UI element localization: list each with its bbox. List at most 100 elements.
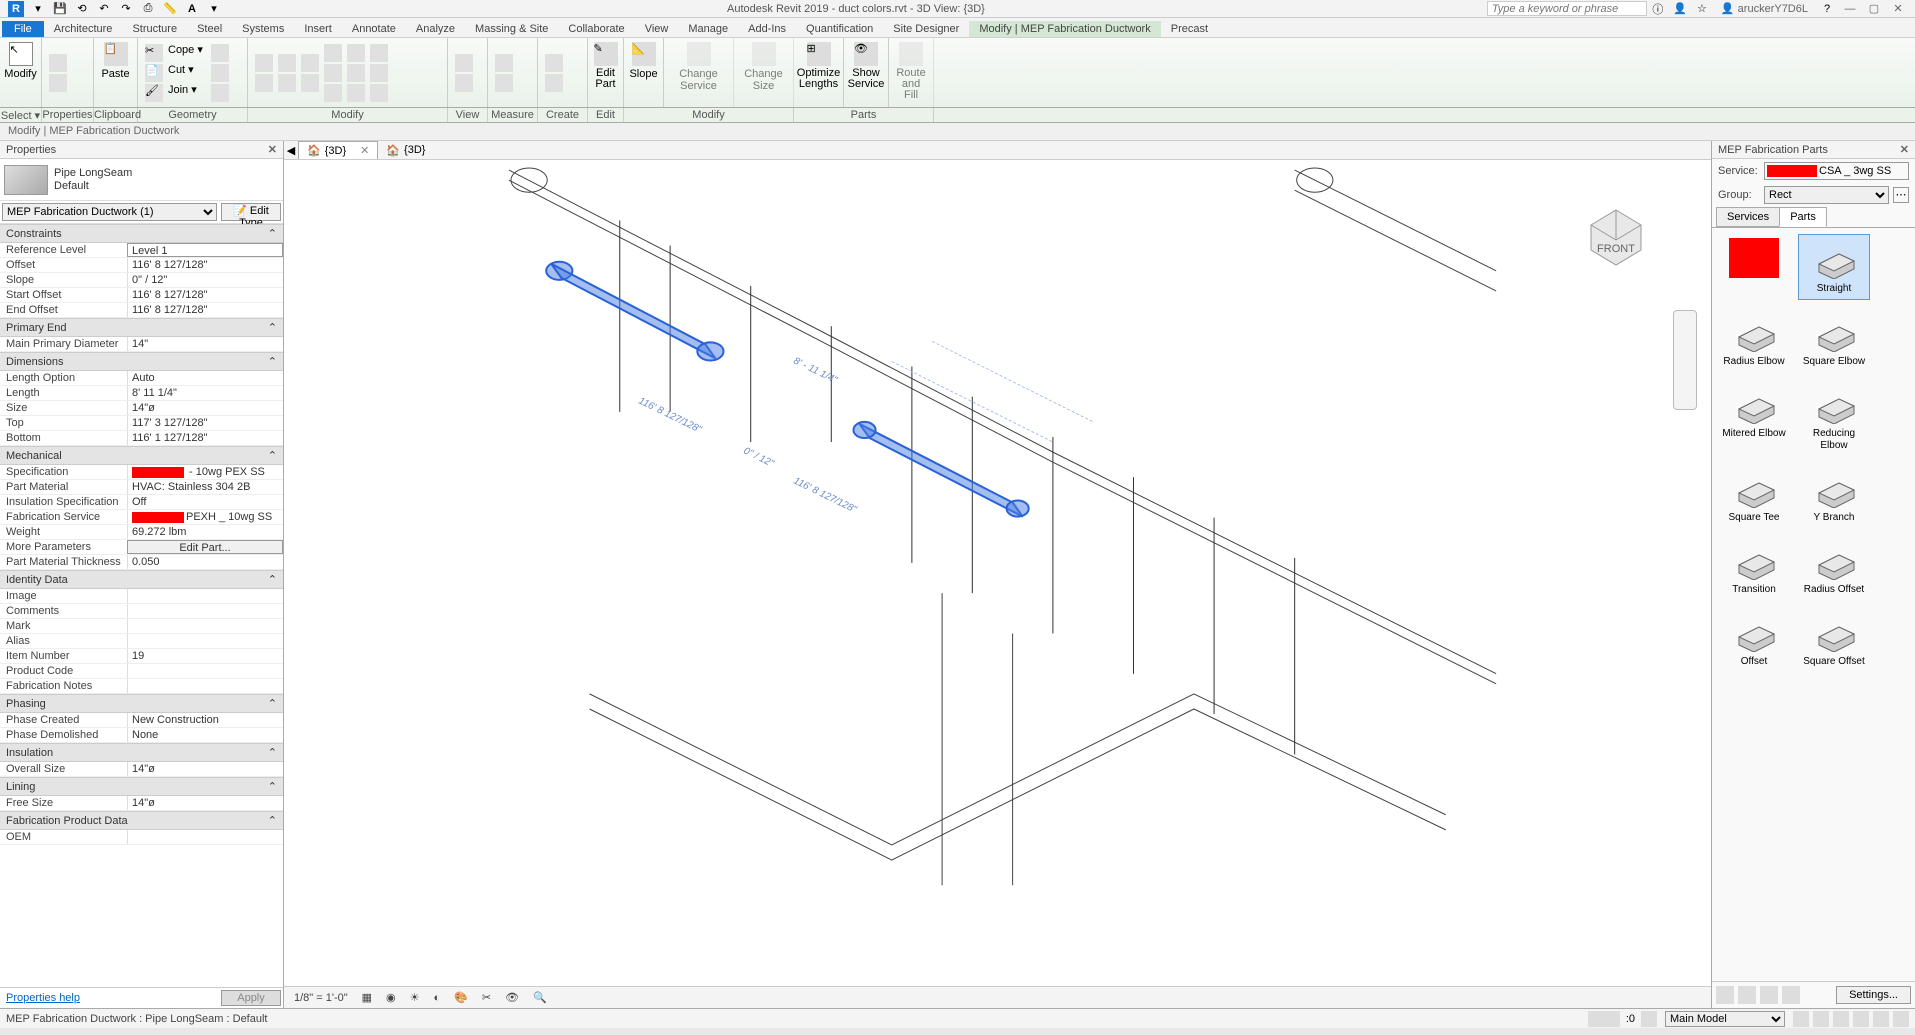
sun-path-icon[interactable]: ☀ [406, 991, 424, 1004]
save-icon[interactable]: 💾 [52, 1, 68, 17]
property-value[interactable] [127, 589, 283, 603]
modify-icon-3[interactable] [324, 84, 342, 102]
status-icon-2[interactable] [1604, 1011, 1620, 1027]
edit-part-button[interactable]: ✎Edit Part [594, 40, 617, 92]
signin-icon[interactable]: 👤 [1672, 1, 1688, 17]
fab-part-2[interactable]: Radius Elbow [1718, 308, 1790, 372]
tab-steel[interactable]: Steel [187, 21, 232, 37]
workset-select[interactable]: Main Model [1665, 1011, 1785, 1027]
property-value[interactable]: Level 1 [127, 243, 283, 257]
property-value[interactable]: 14"ø [127, 401, 283, 415]
tab-collaborate[interactable]: Collaborate [558, 21, 634, 37]
crop-icon[interactable]: ✂ [478, 991, 495, 1004]
group-more-icon[interactable]: ⋯ [1893, 187, 1909, 203]
modify-icon-1[interactable] [324, 44, 342, 62]
property-value[interactable]: 19 [127, 649, 283, 663]
drag-icon[interactable] [1873, 1011, 1889, 1027]
tab-modify-fab[interactable]: Modify | MEP Fabrication Ductwork [969, 21, 1160, 37]
property-value[interactable]: 69.272 lbm [127, 525, 283, 539]
fab-icon-4[interactable] [1782, 986, 1800, 1004]
tab-insert[interactable]: Insert [294, 21, 342, 37]
cope-dropdown[interactable]: Cope ▾ [164, 43, 207, 63]
tab-addins[interactable]: Add-Ins [738, 21, 796, 37]
fab-part-0[interactable] [1718, 234, 1790, 300]
property-value[interactable]: 116' 8 127/128" [127, 303, 283, 317]
star-icon[interactable]: ☆ [1694, 1, 1710, 17]
modify-icon-9[interactable] [370, 84, 388, 102]
print-icon[interactable]: ⎙ [140, 1, 156, 17]
tab-annotate[interactable]: Annotate [342, 21, 406, 37]
geom-icon-3[interactable] [211, 84, 229, 102]
tab-architecture[interactable]: Architecture [44, 21, 123, 37]
fab-icon-1[interactable] [1716, 986, 1734, 1004]
modify-tool-button[interactable]: ↖Modify [6, 40, 35, 82]
optimize-button[interactable]: ⊞Optimize Lengths [800, 40, 837, 92]
measure-icon-1[interactable] [495, 54, 513, 72]
modify-icon-5[interactable] [347, 64, 365, 82]
tab-analyze[interactable]: Analyze [406, 21, 465, 37]
property-value[interactable] [127, 679, 283, 693]
close-button[interactable]: ✕ [1889, 1, 1907, 16]
service-select[interactable]: CSA _ 3wg SS [1764, 162, 1909, 180]
properties-close[interactable]: ✕ [268, 143, 277, 156]
reveal-icon[interactable]: 🔍 [529, 991, 551, 1004]
view-tab-1[interactable]: 🏠 {3D} [378, 142, 433, 159]
tab-massing[interactable]: Massing & Site [465, 21, 558, 37]
modify-icon-7[interactable] [370, 44, 388, 62]
tab-systems[interactable]: Systems [232, 21, 294, 37]
move-icon[interactable] [255, 54, 273, 72]
properties-help-link[interactable]: Properties help [2, 990, 221, 1006]
tab-sitedesigner[interactable]: Site Designer [883, 21, 969, 37]
select-face-icon[interactable] [1853, 1011, 1869, 1027]
show-service-button[interactable]: 👁Show Service [850, 40, 882, 92]
user-name[interactable]: 👤 aruckerY7D6L [1721, 2, 1808, 15]
fab-part-7[interactable]: Y Branch [1798, 464, 1870, 528]
modify-icon-8[interactable] [370, 64, 388, 82]
visual-style-icon[interactable]: ◉ [382, 991, 400, 1004]
fab-part-10[interactable]: Offset [1718, 608, 1790, 672]
property-group-header[interactable]: Phasing⌃ [0, 694, 283, 713]
property-value[interactable]: HVAC: Stainless 304 2B [127, 480, 283, 494]
property-value[interactable]: None [127, 728, 283, 742]
more-icon[interactable]: ▾ [206, 1, 222, 17]
slope-button[interactable]: 📐Slope [630, 40, 657, 82]
join-dropdown[interactable]: Join ▾ [164, 83, 201, 103]
fab-part-5[interactable]: Reducing Elbow [1798, 380, 1870, 456]
property-group-header[interactable]: Dimensions⌃ [0, 352, 283, 371]
geom-icon-1[interactable] [211, 44, 229, 62]
view-tab-0[interactable]: 🏠 {3D}✕ [298, 141, 378, 159]
undo-icon[interactable]: ↶ [96, 1, 112, 17]
scale-label[interactable]: 1/8" = 1'-0" [290, 992, 352, 1004]
edit-type-button[interactable]: 📝 Edit Type [221, 203, 281, 221]
select-links-icon[interactable] [1793, 1011, 1809, 1027]
apply-button[interactable]: Apply [221, 990, 281, 1006]
fab-part-1[interactable]: Straight [1798, 234, 1870, 300]
status-icon-3[interactable] [1641, 1011, 1657, 1027]
property-value[interactable]: 116' 8 127/128" [127, 258, 283, 272]
properties-icon[interactable] [49, 54, 67, 72]
cut-clip-icon[interactable]: ✂ [145, 44, 163, 62]
property-group-header[interactable]: Fabrication Product Data⌃ [0, 811, 283, 830]
modify-icon-6[interactable] [347, 84, 365, 102]
select-underlay-icon[interactable] [1813, 1011, 1829, 1027]
group-select[interactable]: Rect [1764, 186, 1889, 204]
property-value[interactable]: 14"ø [127, 796, 283, 810]
fab-tab-parts[interactable]: Parts [1779, 207, 1827, 227]
fab-part-4[interactable]: Mitered Elbow [1718, 380, 1790, 456]
property-value[interactable]: 117' 3 127/128" [127, 416, 283, 430]
property-group-header[interactable]: Mechanical⌃ [0, 446, 283, 465]
property-group-header[interactable]: Primary End⌃ [0, 318, 283, 337]
navigation-bar[interactable] [1673, 310, 1697, 410]
fab-part-6[interactable]: Square Tee [1718, 464, 1790, 528]
measure-icon-2[interactable] [495, 74, 513, 92]
view-cube[interactable]: FRONT [1581, 200, 1651, 270]
property-value[interactable] [127, 619, 283, 633]
property-value[interactable] [127, 830, 283, 844]
fab-icon-3[interactable] [1760, 986, 1778, 1004]
property-value[interactable] [127, 604, 283, 618]
fab-tab-services[interactable]: Services [1716, 207, 1780, 227]
status-icon-1[interactable] [1588, 1011, 1604, 1027]
create-icon-1[interactable] [545, 54, 563, 72]
geom-icon-2[interactable] [211, 64, 229, 82]
fab-part-3[interactable]: Square Elbow [1798, 308, 1870, 372]
